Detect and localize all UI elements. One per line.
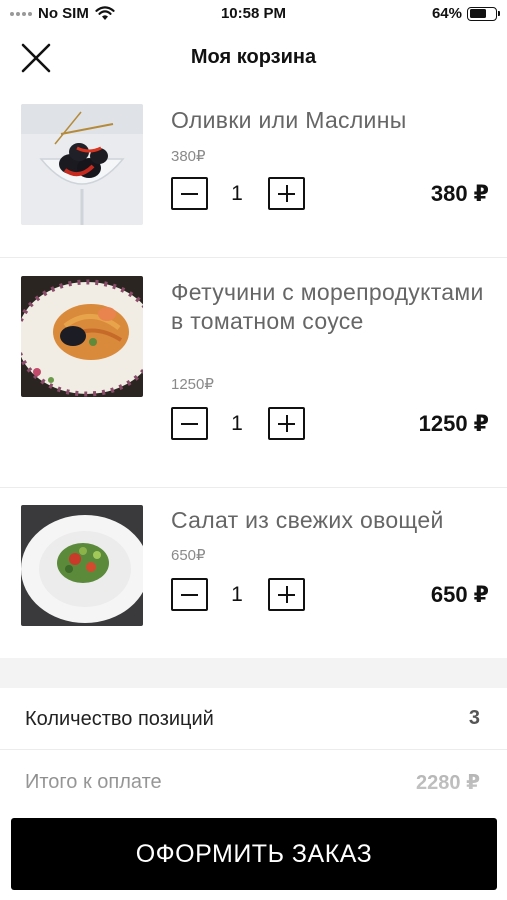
battery-fill [469, 9, 486, 18]
status-right: 64% [431, 5, 500, 22]
fettuccine-image [21, 276, 143, 397]
salad-image [21, 505, 143, 626]
item-quantity: 1 [231, 182, 243, 205]
item-unit-price: 380₽ [171, 148, 206, 165]
item-total: 1250 ₽ [418, 411, 489, 436]
summary-count-value: 3 [468, 707, 480, 729]
minus-icon [181, 422, 198, 425]
header: Моя корзина [0, 30, 507, 86]
item-unit-price: 1250₽ [171, 376, 214, 393]
summary-total-value: 2280 ₽ [416, 772, 480, 794]
increment-button[interactable] [268, 177, 305, 210]
decrement-button[interactable] [171, 578, 208, 611]
plus-icon-vertical [285, 185, 288, 202]
summary-count-row: Количество позиций 3 [0, 688, 507, 750]
plus-icon-vertical [285, 586, 288, 603]
page-title: Моя корзина [190, 46, 317, 68]
status-time: 10:58 PM [220, 5, 287, 22]
summary-count-label: Количество позиций [25, 708, 214, 730]
item-total: 380 ₽ [430, 181, 489, 206]
item-name: Салат из свежих овощей [171, 507, 444, 533]
item-unit-price: 650₽ [171, 547, 206, 564]
decrement-button[interactable] [171, 407, 208, 440]
item-image [21, 104, 143, 225]
item-total: 650 ₽ [430, 582, 489, 607]
increment-button[interactable] [268, 578, 305, 611]
increment-button[interactable] [268, 407, 305, 440]
minus-icon [181, 192, 198, 195]
battery-percent: 64% [431, 5, 462, 22]
summary-total-label: Итого к оплате [25, 771, 162, 793]
minus-icon [181, 593, 198, 596]
cart-item: Салат из свежих овощей 650₽ 1 650 ₽ [0, 488, 507, 658]
item-quantity: 1 [231, 583, 243, 606]
battery-icon [467, 6, 500, 21]
summary-total-row: Итого к оплате 2280 ₽ [0, 751, 507, 813]
item-image [21, 276, 143, 397]
olives-image [21, 104, 143, 225]
status-bar: No SIM 10:58 PM 64% [0, 0, 507, 30]
section-divider [0, 658, 507, 688]
decrement-button[interactable] [171, 177, 208, 210]
item-quantity: 1 [231, 412, 243, 435]
cart-item: Фетучини с морепродуктами в томатном соу… [0, 258, 507, 488]
checkout-button[interactable]: ОФОРМИТЬ ЗАКАЗ [11, 818, 497, 890]
plus-icon-vertical [285, 415, 288, 432]
item-name: Оливки или Маслины [171, 107, 407, 133]
cart-item: Оливки или Маслины 380₽ 1 380 ₽ [0, 88, 507, 258]
item-image [21, 505, 143, 626]
item-name: Фетучини с морепродуктами в томатном соу… [171, 279, 484, 334]
